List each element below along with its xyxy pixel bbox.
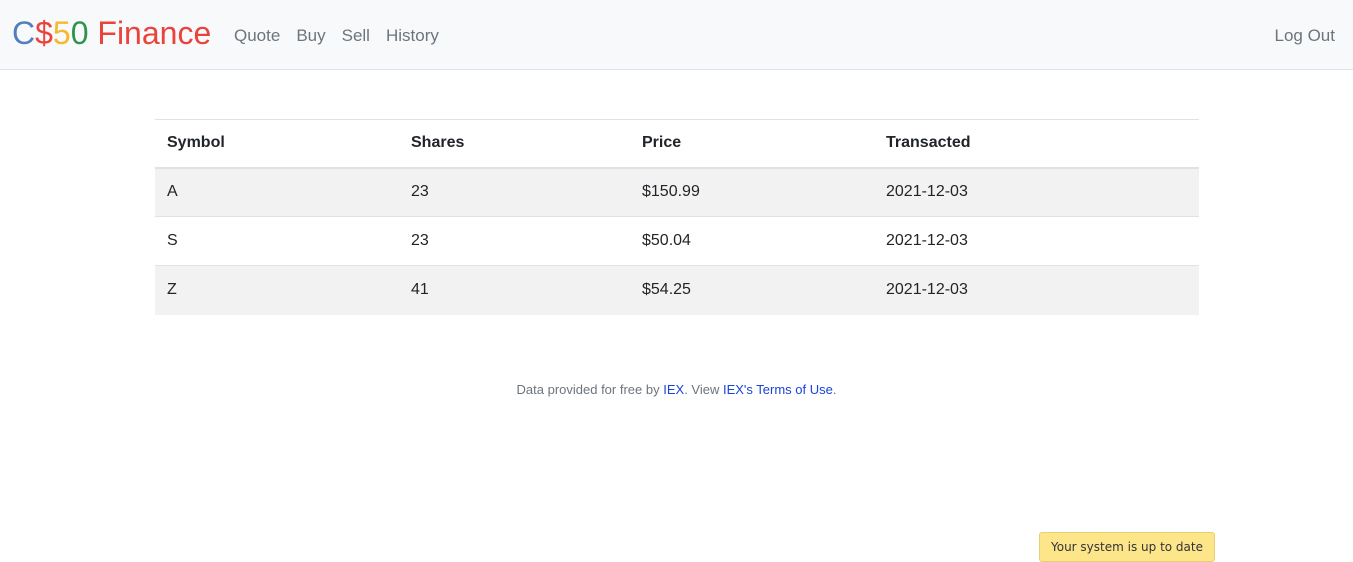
footer-prefix: Data provided for free by bbox=[516, 382, 664, 397]
cell-shares: 41 bbox=[399, 265, 630, 315]
iex-terms-link[interactable]: IEX's Terms of Use bbox=[723, 382, 833, 397]
table-row: A 23 $150.99 2021-12-03 bbox=[155, 167, 1199, 217]
system-update-notification[interactable]: Your system is up to date bbox=[1039, 532, 1215, 562]
cell-transacted: 2021-12-03 bbox=[874, 216, 1199, 266]
brand-word-finance: Finance bbox=[88, 15, 212, 51]
history-table: Symbol Shares Price Transacted A 23 $150… bbox=[155, 119, 1199, 315]
nav-link-buy[interactable]: Buy bbox=[288, 24, 333, 48]
brand-logo[interactable]: C$50 Finance bbox=[12, 14, 211, 52]
cell-price: $50.04 bbox=[630, 216, 874, 266]
cell-transacted: 2021-12-03 bbox=[874, 167, 1199, 217]
brand-letter-5: 5 bbox=[52, 15, 71, 51]
table-body: A 23 $150.99 2021-12-03 S 23 $50.04 2021… bbox=[155, 167, 1199, 315]
logout-link[interactable]: Log Out bbox=[1275, 24, 1336, 48]
brand-letter-dollar: $ bbox=[35, 15, 53, 51]
nav-link-quote[interactable]: Quote bbox=[226, 24, 288, 48]
cell-symbol: A bbox=[155, 167, 399, 217]
header-price: Price bbox=[630, 119, 874, 169]
header-row: Symbol Shares Price Transacted bbox=[155, 119, 1199, 169]
brand-letter-0: 0 bbox=[70, 15, 89, 51]
footer-suffix: . bbox=[832, 382, 837, 397]
history-table-container: Symbol Shares Price Transacted A 23 $150… bbox=[155, 119, 1199, 315]
brand-letter-c: C bbox=[12, 15, 36, 51]
cell-symbol: S bbox=[155, 216, 399, 266]
footer-attribution: Data provided for free by IEX. View IEX'… bbox=[0, 381, 1353, 399]
header-symbol: Symbol bbox=[155, 119, 399, 169]
navbar: C$50 Finance Quote Buy Sell History Log … bbox=[0, 0, 1353, 70]
nav-link-sell[interactable]: Sell bbox=[334, 24, 378, 48]
header-transacted: Transacted bbox=[874, 119, 1199, 169]
cell-symbol: Z bbox=[155, 265, 399, 315]
table-row: S 23 $50.04 2021-12-03 bbox=[155, 216, 1199, 266]
iex-link[interactable]: IEX bbox=[663, 382, 684, 397]
nav-links: Quote Buy Sell History bbox=[226, 24, 447, 48]
table-header: Symbol Shares Price Transacted bbox=[155, 119, 1199, 169]
header-shares: Shares bbox=[399, 119, 630, 169]
nav-link-history[interactable]: History bbox=[378, 24, 447, 48]
cell-price: $150.99 bbox=[630, 167, 874, 217]
cell-shares: 23 bbox=[399, 216, 630, 266]
notification-text: Your system is up to date bbox=[1051, 540, 1203, 554]
table-row: Z 41 $54.25 2021-12-03 bbox=[155, 265, 1199, 315]
cell-transacted: 2021-12-03 bbox=[874, 265, 1199, 315]
footer-middle: . View bbox=[684, 382, 723, 397]
cell-price: $54.25 bbox=[630, 265, 874, 315]
cell-shares: 23 bbox=[399, 167, 630, 217]
